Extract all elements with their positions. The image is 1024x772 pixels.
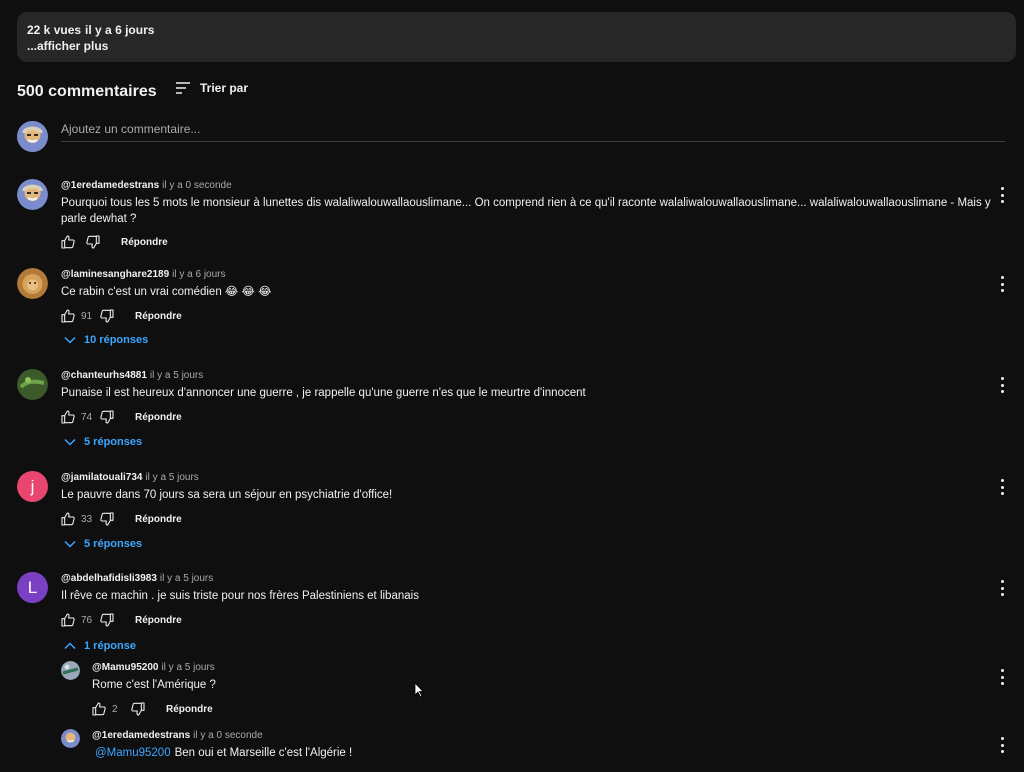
comment-text: Pourquoi tous les 5 mots le monsieur à l… (61, 197, 991, 225)
comment-text: Le pauvre dans 70 jours sa sera un séjou… (61, 489, 393, 501)
thumb-up-icon[interactable] (91, 701, 107, 717)
comment-text: Punaise il est heureux d'annoncer une gu… (61, 387, 586, 399)
comment-text: Ce rabin c'est un vrai comédien 😂 😂 😂 (61, 286, 272, 298)
like-count: 76 (81, 614, 93, 626)
reply-button[interactable]: Répondre (135, 615, 182, 626)
comment-time[interactable]: il y a 5 jours (150, 370, 203, 381)
comment-text: @Mamu95200 Ben oui et Marseille c'est l'A… (95, 747, 353, 759)
more-vert-icon[interactable] (998, 276, 1006, 292)
thumb-up-icon[interactable] (60, 234, 76, 250)
like-count: 91 (81, 310, 93, 322)
thumb-down-icon[interactable] (99, 612, 115, 628)
show-more-link[interactable]: ...afficher plus (27, 38, 1016, 54)
chevron-up-icon (64, 642, 76, 650)
add-comment-input[interactable]: Ajoutez un commentaire... (61, 121, 1005, 142)
comment-author[interactable]: @jamilatouali734 (61, 472, 142, 483)
thumb-up-icon[interactable] (60, 612, 76, 628)
thumb-up-icon[interactable] (60, 308, 76, 324)
more-vert-icon[interactable] (998, 669, 1006, 685)
avatar[interactable] (61, 661, 80, 680)
thumb-down-icon[interactable] (99, 511, 115, 527)
replies-toggle[interactable]: 1 réponse (64, 640, 136, 652)
avatar[interactable] (61, 729, 80, 748)
more-vert-icon[interactable] (998, 479, 1006, 495)
like-count: 2 (112, 703, 118, 715)
comment-author[interactable]: @1eredamedestrans (92, 730, 190, 741)
replies-toggle[interactable]: 5 réponses (64, 436, 142, 448)
sort-button[interactable]: Trier par (175, 81, 248, 95)
replies-toggle[interactable]: 5 réponses (64, 538, 142, 550)
like-count: 74 (81, 411, 93, 423)
mouse-cursor-icon (414, 682, 424, 698)
comment-time[interactable]: il y a 6 jours (172, 269, 225, 280)
reply-button[interactable]: Répondre (121, 237, 168, 248)
current-user-avatar (17, 121, 48, 152)
chevron-down-icon (64, 540, 76, 548)
comment-time[interactable]: il y a 5 jours (160, 573, 213, 584)
comment-text: Il rêve ce machin . je suis triste pour … (61, 590, 419, 602)
thumb-up-icon[interactable] (60, 511, 76, 527)
view-count: 22 k vues (27, 23, 82, 37)
avatar[interactable]: L (17, 572, 48, 603)
thumb-down-icon[interactable] (85, 234, 101, 250)
upload-date: il y a 6 jours (85, 23, 155, 37)
mention-link[interactable]: @Mamu95200 (95, 747, 171, 759)
comment-time[interactable]: il y a 0 seconde (162, 180, 232, 191)
description-box[interactable]: 22 k vues il y a 6 jours ...afficher plus (17, 12, 1016, 62)
sort-icon (176, 82, 190, 94)
more-vert-icon[interactable] (998, 187, 1006, 203)
comment-time[interactable]: il y a 5 jours (161, 662, 214, 673)
avatar[interactable] (17, 369, 48, 400)
reply-button[interactable]: Répondre (135, 514, 182, 525)
comment-time[interactable]: il y a 0 seconde (193, 730, 263, 741)
comment-time[interactable]: il y a 5 jours (145, 472, 198, 483)
chevron-down-icon (64, 438, 76, 446)
avatar[interactable] (17, 179, 48, 210)
reply-button[interactable]: Répondre (135, 311, 182, 322)
reply-button[interactable]: Répondre (166, 704, 213, 715)
thumb-down-icon[interactable] (99, 409, 115, 425)
avatar[interactable] (17, 268, 48, 299)
comment-author[interactable]: @1eredamedestrans (61, 180, 159, 191)
comment-author[interactable]: @abdelhafidisli3983 (61, 573, 157, 584)
more-vert-icon[interactable] (998, 377, 1006, 393)
replies-toggle[interactable]: 10 réponses (64, 334, 148, 346)
sort-label: Trier par (200, 81, 249, 95)
comment-author[interactable]: @laminesanghare2189 (61, 269, 169, 280)
comment-text: Rome c'est l'Amérique ? (92, 679, 216, 691)
thumb-up-icon[interactable] (60, 409, 76, 425)
comment-author[interactable]: @chanteurhs4881 (61, 370, 147, 381)
thumb-down-icon[interactable] (99, 308, 115, 324)
avatar[interactable]: j (17, 471, 48, 502)
chevron-down-icon (64, 336, 76, 344)
like-count: 33 (81, 513, 93, 525)
thumb-down-icon[interactable] (130, 701, 146, 717)
more-vert-icon[interactable] (998, 737, 1006, 753)
comment-author[interactable]: @Mamu95200 (92, 662, 158, 673)
comments-header: 500 commentaires (17, 82, 157, 102)
comments-count: 500 commentaires (17, 83, 157, 100)
reply-button[interactable]: Répondre (135, 412, 182, 423)
more-vert-icon[interactable] (998, 580, 1006, 596)
